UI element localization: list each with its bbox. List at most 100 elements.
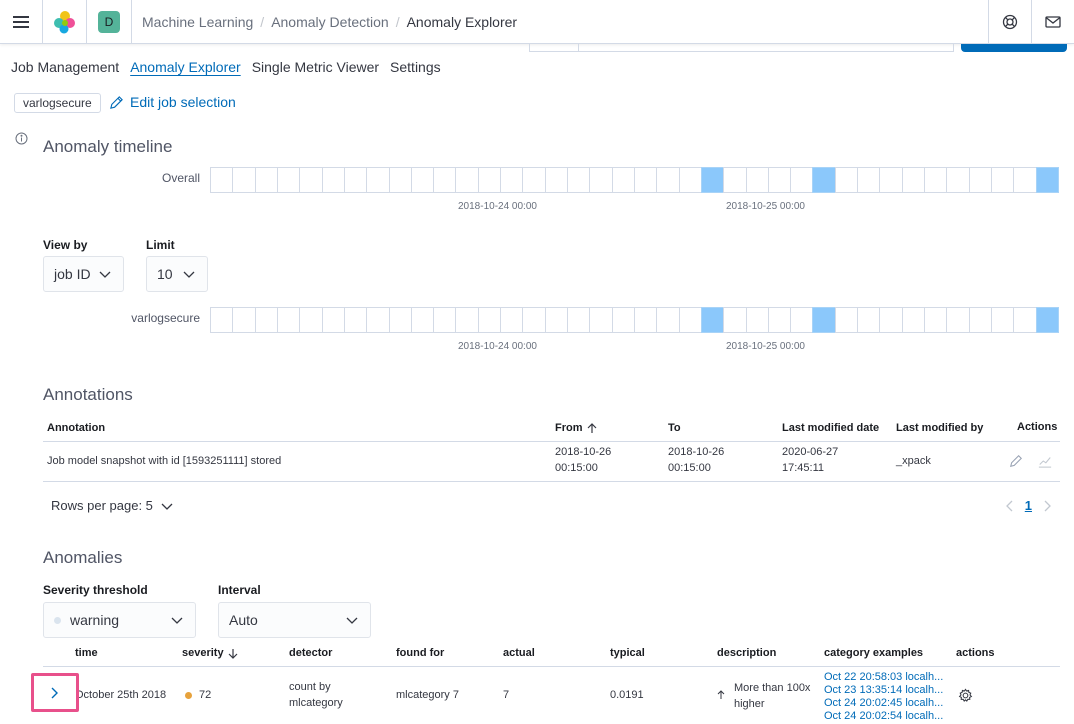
category-example-link[interactable]: Oct 23 13:35:14 localh... — [824, 684, 943, 697]
swimlane-cell[interactable] — [924, 307, 948, 333]
category-example-link[interactable]: Oct 22 20:58:03 localh... — [824, 671, 943, 684]
swimlane-cell[interactable] — [455, 167, 479, 193]
swimlane-cell[interactable] — [500, 307, 524, 333]
swimlane-cell[interactable] — [232, 167, 256, 193]
swimlane-cell[interactable] — [343, 167, 368, 193]
swimlane-cell[interactable] — [633, 167, 658, 193]
col-time[interactable]: time — [75, 647, 98, 659]
swimlane-cell[interactable] — [388, 307, 412, 333]
swimlane-cell[interactable] — [410, 167, 435, 193]
swimlane-cell[interactable] — [879, 307, 903, 333]
swimlane-cell[interactable] — [210, 167, 234, 193]
swimlane-cell[interactable] — [924, 167, 948, 193]
swimlane-cell[interactable] — [433, 307, 457, 333]
swimlane-cell[interactable] — [299, 307, 323, 333]
swimlane-cell[interactable] — [299, 167, 323, 193]
breadcrumb-ml[interactable]: Machine Learning — [142, 14, 253, 30]
swimlane-cell[interactable] — [321, 167, 345, 193]
swimlane-cell[interactable] — [522, 167, 546, 193]
job-swimlane[interactable] — [210, 307, 1059, 333]
swimlane-cell[interactable] — [678, 167, 702, 193]
swimlane-anomaly-cell[interactable] — [700, 307, 725, 333]
news-button[interactable] — [1031, 0, 1074, 44]
swimlane-cell[interactable] — [723, 307, 747, 333]
swimlane-cell[interactable] — [990, 167, 1015, 193]
swimlane-cell[interactable] — [901, 167, 925, 193]
category-example-link[interactable]: Oct 24 20:02:54 localh... — [824, 710, 943, 723]
elastic-logo[interactable] — [43, 0, 87, 44]
swimlane-anomaly-cell[interactable] — [812, 307, 836, 333]
breadcrumb-anomaly-detection[interactable]: Anomaly Detection — [271, 14, 389, 30]
swimlane-cell[interactable] — [343, 307, 368, 333]
swimlane-cell[interactable] — [745, 307, 769, 333]
swimlane-cell[interactable] — [1013, 167, 1037, 193]
swimlane-cell[interactable] — [611, 167, 635, 193]
swimlane-cell[interactable] — [1013, 307, 1037, 333]
chevron-left-icon[interactable] — [1005, 500, 1013, 512]
view-chart-button[interactable] — [1038, 454, 1052, 471]
swimlane-cell[interactable] — [567, 167, 591, 193]
swimlane-cell[interactable] — [946, 307, 970, 333]
swimlane-cell[interactable] — [589, 307, 613, 333]
view-by-select[interactable]: job ID — [43, 256, 124, 292]
swimlane-cell[interactable] — [366, 307, 390, 333]
swimlane-cell[interactable] — [611, 307, 635, 333]
category-example-link[interactable]: Oct 24 20:02:45 localh... — [824, 697, 943, 710]
swimlane-cell[interactable] — [500, 167, 524, 193]
tab-single-metric-viewer[interactable]: Single Metric Viewer — [252, 59, 379, 75]
swimlane-cell[interactable] — [968, 307, 992, 333]
swimlane-cell[interactable] — [433, 167, 457, 193]
tab-settings[interactable]: Settings — [390, 59, 441, 75]
swimlane-cell[interactable] — [857, 167, 881, 193]
page-number[interactable]: 1 — [1025, 498, 1032, 513]
swimlane-cell[interactable] — [723, 167, 747, 193]
chevron-right-icon[interactable] — [1044, 500, 1052, 512]
limit-select[interactable]: 10 — [146, 256, 208, 292]
severity-threshold-select[interactable]: warning — [43, 602, 196, 638]
swimlane-cell[interactable] — [455, 307, 479, 333]
edit-annotation-button[interactable] — [1009, 454, 1023, 471]
swimlane-cell[interactable] — [321, 307, 345, 333]
swimlane-cell[interactable] — [544, 307, 568, 333]
expand-row-button[interactable] — [31, 673, 79, 712]
swimlane-cell[interactable] — [678, 307, 702, 333]
swimlane-anomaly-cell[interactable] — [812, 167, 836, 193]
swimlane-cell[interactable] — [544, 167, 568, 193]
swimlane-cell[interactable] — [857, 307, 881, 333]
col-actual[interactable]: actual — [503, 647, 535, 659]
swimlane-cell[interactable] — [477, 167, 502, 193]
swimlane-cell[interactable] — [276, 307, 301, 333]
col-detector[interactable]: detector — [289, 647, 332, 659]
col-last-modified-by[interactable]: Last modified by — [896, 422, 983, 434]
overall-swimlane[interactable] — [210, 167, 1059, 193]
swimlane-cell[interactable] — [522, 307, 546, 333]
swimlane-cell[interactable] — [410, 307, 435, 333]
swimlane-cell[interactable] — [767, 167, 792, 193]
tab-anomaly-explorer[interactable]: Anomaly Explorer — [130, 59, 241, 75]
swimlane-cell[interactable] — [276, 167, 301, 193]
swimlane-cell[interactable] — [232, 307, 256, 333]
swimlane-cell[interactable] — [589, 167, 613, 193]
swimlane-cell[interactable] — [767, 307, 792, 333]
row-actions-button[interactable] — [958, 688, 973, 706]
swimlane-cell[interactable] — [254, 167, 278, 193]
edit-job-selection-button[interactable]: Edit job selection — [109, 94, 236, 110]
swimlane-cell[interactable] — [834, 167, 859, 193]
swimlane-cell[interactable] — [388, 167, 412, 193]
swimlane-cell[interactable] — [745, 167, 769, 193]
rows-per-page-button[interactable]: Rows per page: 5 — [51, 498, 173, 513]
space-selector[interactable]: D — [87, 0, 132, 44]
col-typical[interactable]: typical — [610, 647, 645, 659]
swimlane-cell[interactable] — [901, 307, 925, 333]
swimlane-cell[interactable] — [366, 167, 390, 193]
swimlane-cell[interactable] — [656, 167, 680, 193]
swimlane-cell[interactable] — [968, 167, 992, 193]
menu-button[interactable] — [0, 0, 43, 44]
anomaly-found-for[interactable]: mlcategory 7 — [396, 689, 459, 701]
swimlane-cell[interactable] — [254, 307, 278, 333]
col-to[interactable]: To — [668, 422, 681, 434]
swimlane-cell[interactable] — [567, 307, 591, 333]
swimlane-cell[interactable] — [633, 307, 658, 333]
swimlane-cell[interactable] — [477, 307, 502, 333]
col-from[interactable]: From — [555, 422, 597, 434]
